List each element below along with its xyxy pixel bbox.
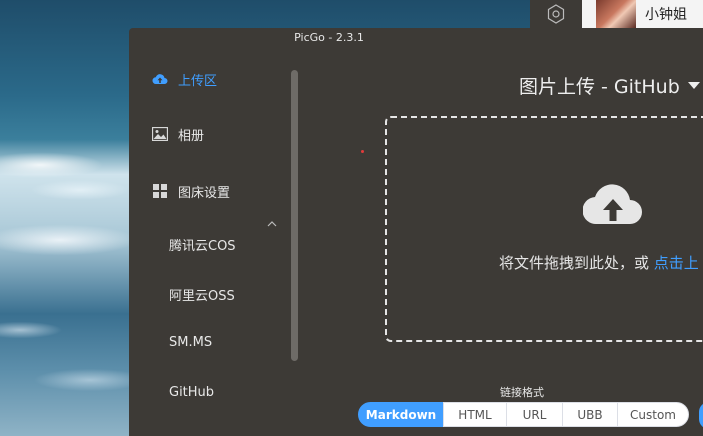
format-option-url[interactable]: URL [506, 402, 563, 427]
format-option-ubb[interactable]: UBB [562, 402, 618, 427]
cloud-upload-icon [152, 71, 168, 87]
sidebar-item-label: 上传区 [178, 73, 218, 89]
picgo-window: PicGo - 2.3.1 上传区 相册 图床设置 腾讯云COS 阿里云OSS … [129, 28, 703, 436]
short-url-toggle[interactable] [699, 402, 703, 429]
sidebar-item-gallery[interactable]: 相册 [129, 119, 204, 149]
click-upload-link[interactable]: 点击上 [654, 254, 699, 272]
cloud-upload-icon [582, 180, 643, 230]
upload-drop-zone[interactable]: 将文件拖拽到此处，或 点击上 [385, 116, 703, 342]
chevron-up-icon[interactable] [267, 212, 277, 231]
format-option-custom[interactable]: Custom [617, 402, 689, 427]
format-option-markdown[interactable]: Markdown [358, 402, 444, 427]
sidebar-subitem-aliyun-oss[interactable]: 阿里云OSS [169, 285, 235, 304]
link-format-selector: Markdown HTML URL UBB Custom [358, 402, 689, 429]
username: 小钟姐 [645, 7, 687, 23]
sidebar-item-upload[interactable]: 上传区 [129, 64, 217, 94]
sidebar-subitem-github[interactable]: GitHub [169, 385, 214, 400]
cursor-dot [361, 150, 364, 153]
grid-icon [152, 183, 168, 199]
drop-instruction: 将文件拖拽到此处，或 点击上 [499, 254, 699, 272]
sidebar-subitem-smms[interactable]: SM.MS [169, 335, 212, 350]
sidebar-subitem-tencent-cos[interactable]: 腾讯云COS [169, 235, 236, 254]
page-title[interactable]: 图片上传 - GitHub [519, 72, 700, 99]
format-option-html[interactable]: HTML [443, 402, 507, 427]
user-profile[interactable]: 小钟姐 [582, 0, 703, 28]
sidebar: 上传区 相册 图床设置 腾讯云COS 阿里云OSS SM.MS GitHub [129, 48, 299, 436]
caret-down-icon[interactable] [687, 82, 700, 89]
settings-icon[interactable] [530, 0, 582, 28]
image-icon [152, 126, 168, 142]
sidebar-item-picbed-settings[interactable]: 图床设置 [129, 176, 230, 206]
sidebar-item-label: 图床设置 [178, 185, 231, 201]
window-title: PicGo - 2.3.1 [294, 31, 364, 44]
sidebar-item-label: 相册 [178, 128, 205, 144]
sidebar-scrollbar[interactable] [291, 70, 298, 361]
link-format-label: 链接格式 [500, 386, 544, 399]
avatar[interactable] [596, 0, 636, 28]
